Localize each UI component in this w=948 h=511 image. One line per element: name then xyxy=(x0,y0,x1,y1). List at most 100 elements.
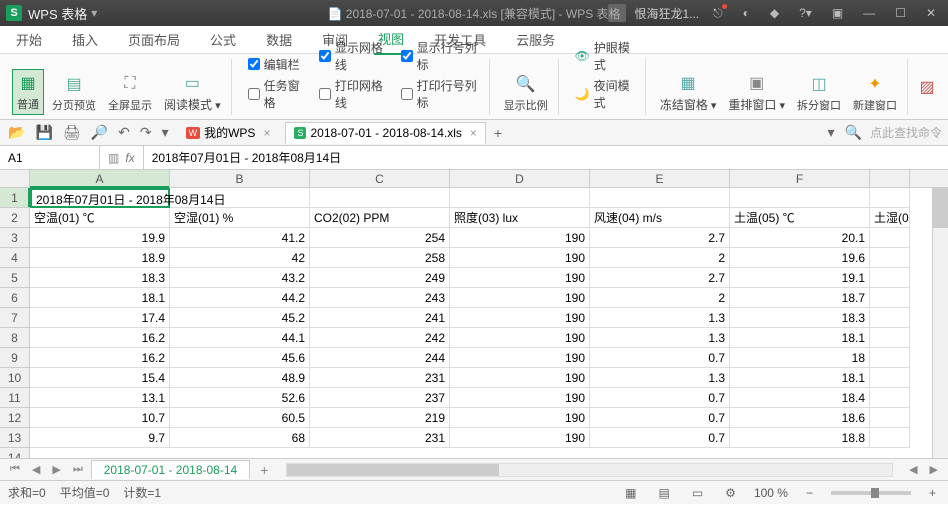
column-header[interactable]: A xyxy=(30,170,170,187)
sync-icon[interactable]: ◐ xyxy=(737,6,756,20)
zoom-button[interactable]: 🔍 显示比例 xyxy=(500,71,552,115)
menu-data[interactable]: 数据 xyxy=(262,25,296,54)
cell[interactable]: 16.2 xyxy=(30,328,170,348)
cell[interactable]: 190 xyxy=(450,268,590,288)
cell-reference-input[interactable]: A1 xyxy=(0,146,100,169)
cell-a1-selected[interactable]: 2018年07月01日 - 2018年08月14日 xyxy=(30,188,170,208)
cell[interactable]: 9.7 xyxy=(30,428,170,448)
cell-header[interactable]: 空湿(01) % xyxy=(170,208,310,228)
cell[interactable]: 2 xyxy=(590,248,730,268)
check-print-headers[interactable]: 打印行号列标 xyxy=(401,77,477,111)
menu-formula[interactable]: 公式 xyxy=(206,25,240,54)
cell[interactable]: 19.9 xyxy=(30,228,170,248)
freeze-panes-button[interactable]: ▦ 冻结窗格 ▾ xyxy=(656,70,721,115)
cell[interactable]: 18.4 xyxy=(730,388,870,408)
row-header[interactable]: 14 xyxy=(0,448,30,458)
cell[interactable]: 15.4 xyxy=(30,368,170,388)
cell[interactable]: 18.3 xyxy=(30,268,170,288)
cell[interactable]: 44.2 xyxy=(170,288,310,308)
arrange-windows-button[interactable]: ▣ 重排窗口 ▾ xyxy=(724,70,789,115)
select-all-corner[interactable] xyxy=(0,170,30,187)
cell[interactable]: 190 xyxy=(450,248,590,268)
cell[interactable]: 17.4 xyxy=(30,308,170,328)
cell[interactable]: 20.1 xyxy=(730,228,870,248)
view-fullscreen-button[interactable]: ⛶ 全屏显示 xyxy=(104,71,156,115)
new-tab-icon[interactable]: + xyxy=(492,125,504,141)
ribbon-more-button[interactable]: ▨ xyxy=(912,74,942,100)
cell[interactable]: 68 xyxy=(170,428,310,448)
cell[interactable]: 18 xyxy=(730,348,870,368)
scroll-right-icon[interactable]: ▶ xyxy=(926,463,942,476)
row-header[interactable]: 1 xyxy=(0,188,30,208)
zoom-level[interactable]: 100 % xyxy=(754,486,788,500)
cell[interactable]: 18.3 xyxy=(730,308,870,328)
vertical-scrollbar[interactable] xyxy=(932,188,948,458)
cell[interactable] xyxy=(870,388,910,408)
cell[interactable]: 190 xyxy=(450,348,590,368)
cell[interactable]: 249 xyxy=(310,268,450,288)
cell[interactable] xyxy=(450,188,590,208)
cell[interactable]: 258 xyxy=(310,248,450,268)
open-folder-icon[interactable]: 📂 xyxy=(6,124,27,141)
cell[interactable]: 19.6 xyxy=(730,248,870,268)
zoom-in-icon[interactable]: + xyxy=(925,486,940,500)
cell[interactable]: 18.7 xyxy=(730,288,870,308)
search-hint[interactable]: 点此查找命令 xyxy=(870,124,942,141)
cell[interactable]: 190 xyxy=(450,428,590,448)
row-header[interactable]: 4 xyxy=(0,248,30,268)
sheet-nav-prev-icon[interactable]: ◀ xyxy=(28,463,44,476)
print-preview-icon[interactable]: 🔎 xyxy=(89,124,110,141)
cell[interactable] xyxy=(590,188,730,208)
sheet-nav-next-icon[interactable]: ▶ xyxy=(48,463,64,476)
check-show-gridlines[interactable]: 显示网格线 xyxy=(319,39,385,73)
horizontal-scrollbar[interactable] xyxy=(286,463,893,477)
cell[interactable]: 42 xyxy=(170,248,310,268)
row-header[interactable]: 5 xyxy=(0,268,30,288)
cell[interactable] xyxy=(870,368,910,388)
cell[interactable]: 190 xyxy=(450,368,590,388)
add-sheet-icon[interactable]: + xyxy=(254,462,274,478)
cell-header[interactable]: 土温(05) ℃ xyxy=(730,208,870,228)
help-icon[interactable]: ?▾ xyxy=(793,6,818,20)
column-header[interactable]: C xyxy=(310,170,450,187)
scroll-left-icon[interactable]: ◀ xyxy=(905,463,921,476)
sheet-nav-last-icon[interactable]: ⏭ xyxy=(69,463,87,476)
view-normal-button[interactable]: ▦ 普通 xyxy=(12,69,44,115)
cell[interactable]: 10.7 xyxy=(30,408,170,428)
cell[interactable]: 2.7 xyxy=(590,268,730,288)
cell[interactable]: 190 xyxy=(450,408,590,428)
view-normal-icon[interactable]: ▦ xyxy=(621,486,640,500)
cell[interactable]: 1.3 xyxy=(590,368,730,388)
spreadsheet-grid[interactable]: ABCDEF 1234567891011121314 2018年07月01日 -… xyxy=(0,170,948,458)
cell[interactable] xyxy=(730,188,870,208)
row-header[interactable]: 11 xyxy=(0,388,30,408)
column-header[interactable]: F xyxy=(730,170,870,187)
zoom-slider[interactable] xyxy=(831,491,911,495)
row-header[interactable]: 2 xyxy=(0,208,30,228)
column-header[interactable]: D xyxy=(450,170,590,187)
menu-insert[interactable]: 插入 xyxy=(68,25,102,54)
cell[interactable]: 0.7 xyxy=(590,408,730,428)
cell[interactable]: 242 xyxy=(310,328,450,348)
cell[interactable]: 243 xyxy=(310,288,450,308)
cell[interactable] xyxy=(870,348,910,368)
cell[interactable] xyxy=(870,288,910,308)
cell[interactable]: 1.3 xyxy=(590,328,730,348)
minimize-icon[interactable]: — xyxy=(857,6,881,20)
tab-close-icon[interactable]: × xyxy=(470,126,477,140)
view-page-break-button[interactable]: ▤ 分页预览 xyxy=(48,71,100,115)
cell[interactable]: 244 xyxy=(310,348,450,368)
notification-icon[interactable]: ⎋ xyxy=(707,6,729,21)
row-header[interactable]: 12 xyxy=(0,408,30,428)
cell[interactable]: 241 xyxy=(310,308,450,328)
menu-cloud[interactable]: 云服务 xyxy=(512,25,559,54)
cell[interactable] xyxy=(870,308,910,328)
cell[interactable]: 190 xyxy=(450,228,590,248)
menu-page-layout[interactable]: 页面布局 xyxy=(124,25,184,54)
cell[interactable]: 1.3 xyxy=(590,308,730,328)
row-header[interactable]: 8 xyxy=(0,328,30,348)
cell[interactable]: 60.5 xyxy=(170,408,310,428)
cell[interactable]: 237 xyxy=(310,388,450,408)
column-header[interactable]: B xyxy=(170,170,310,187)
cell[interactable]: 0.7 xyxy=(590,388,730,408)
